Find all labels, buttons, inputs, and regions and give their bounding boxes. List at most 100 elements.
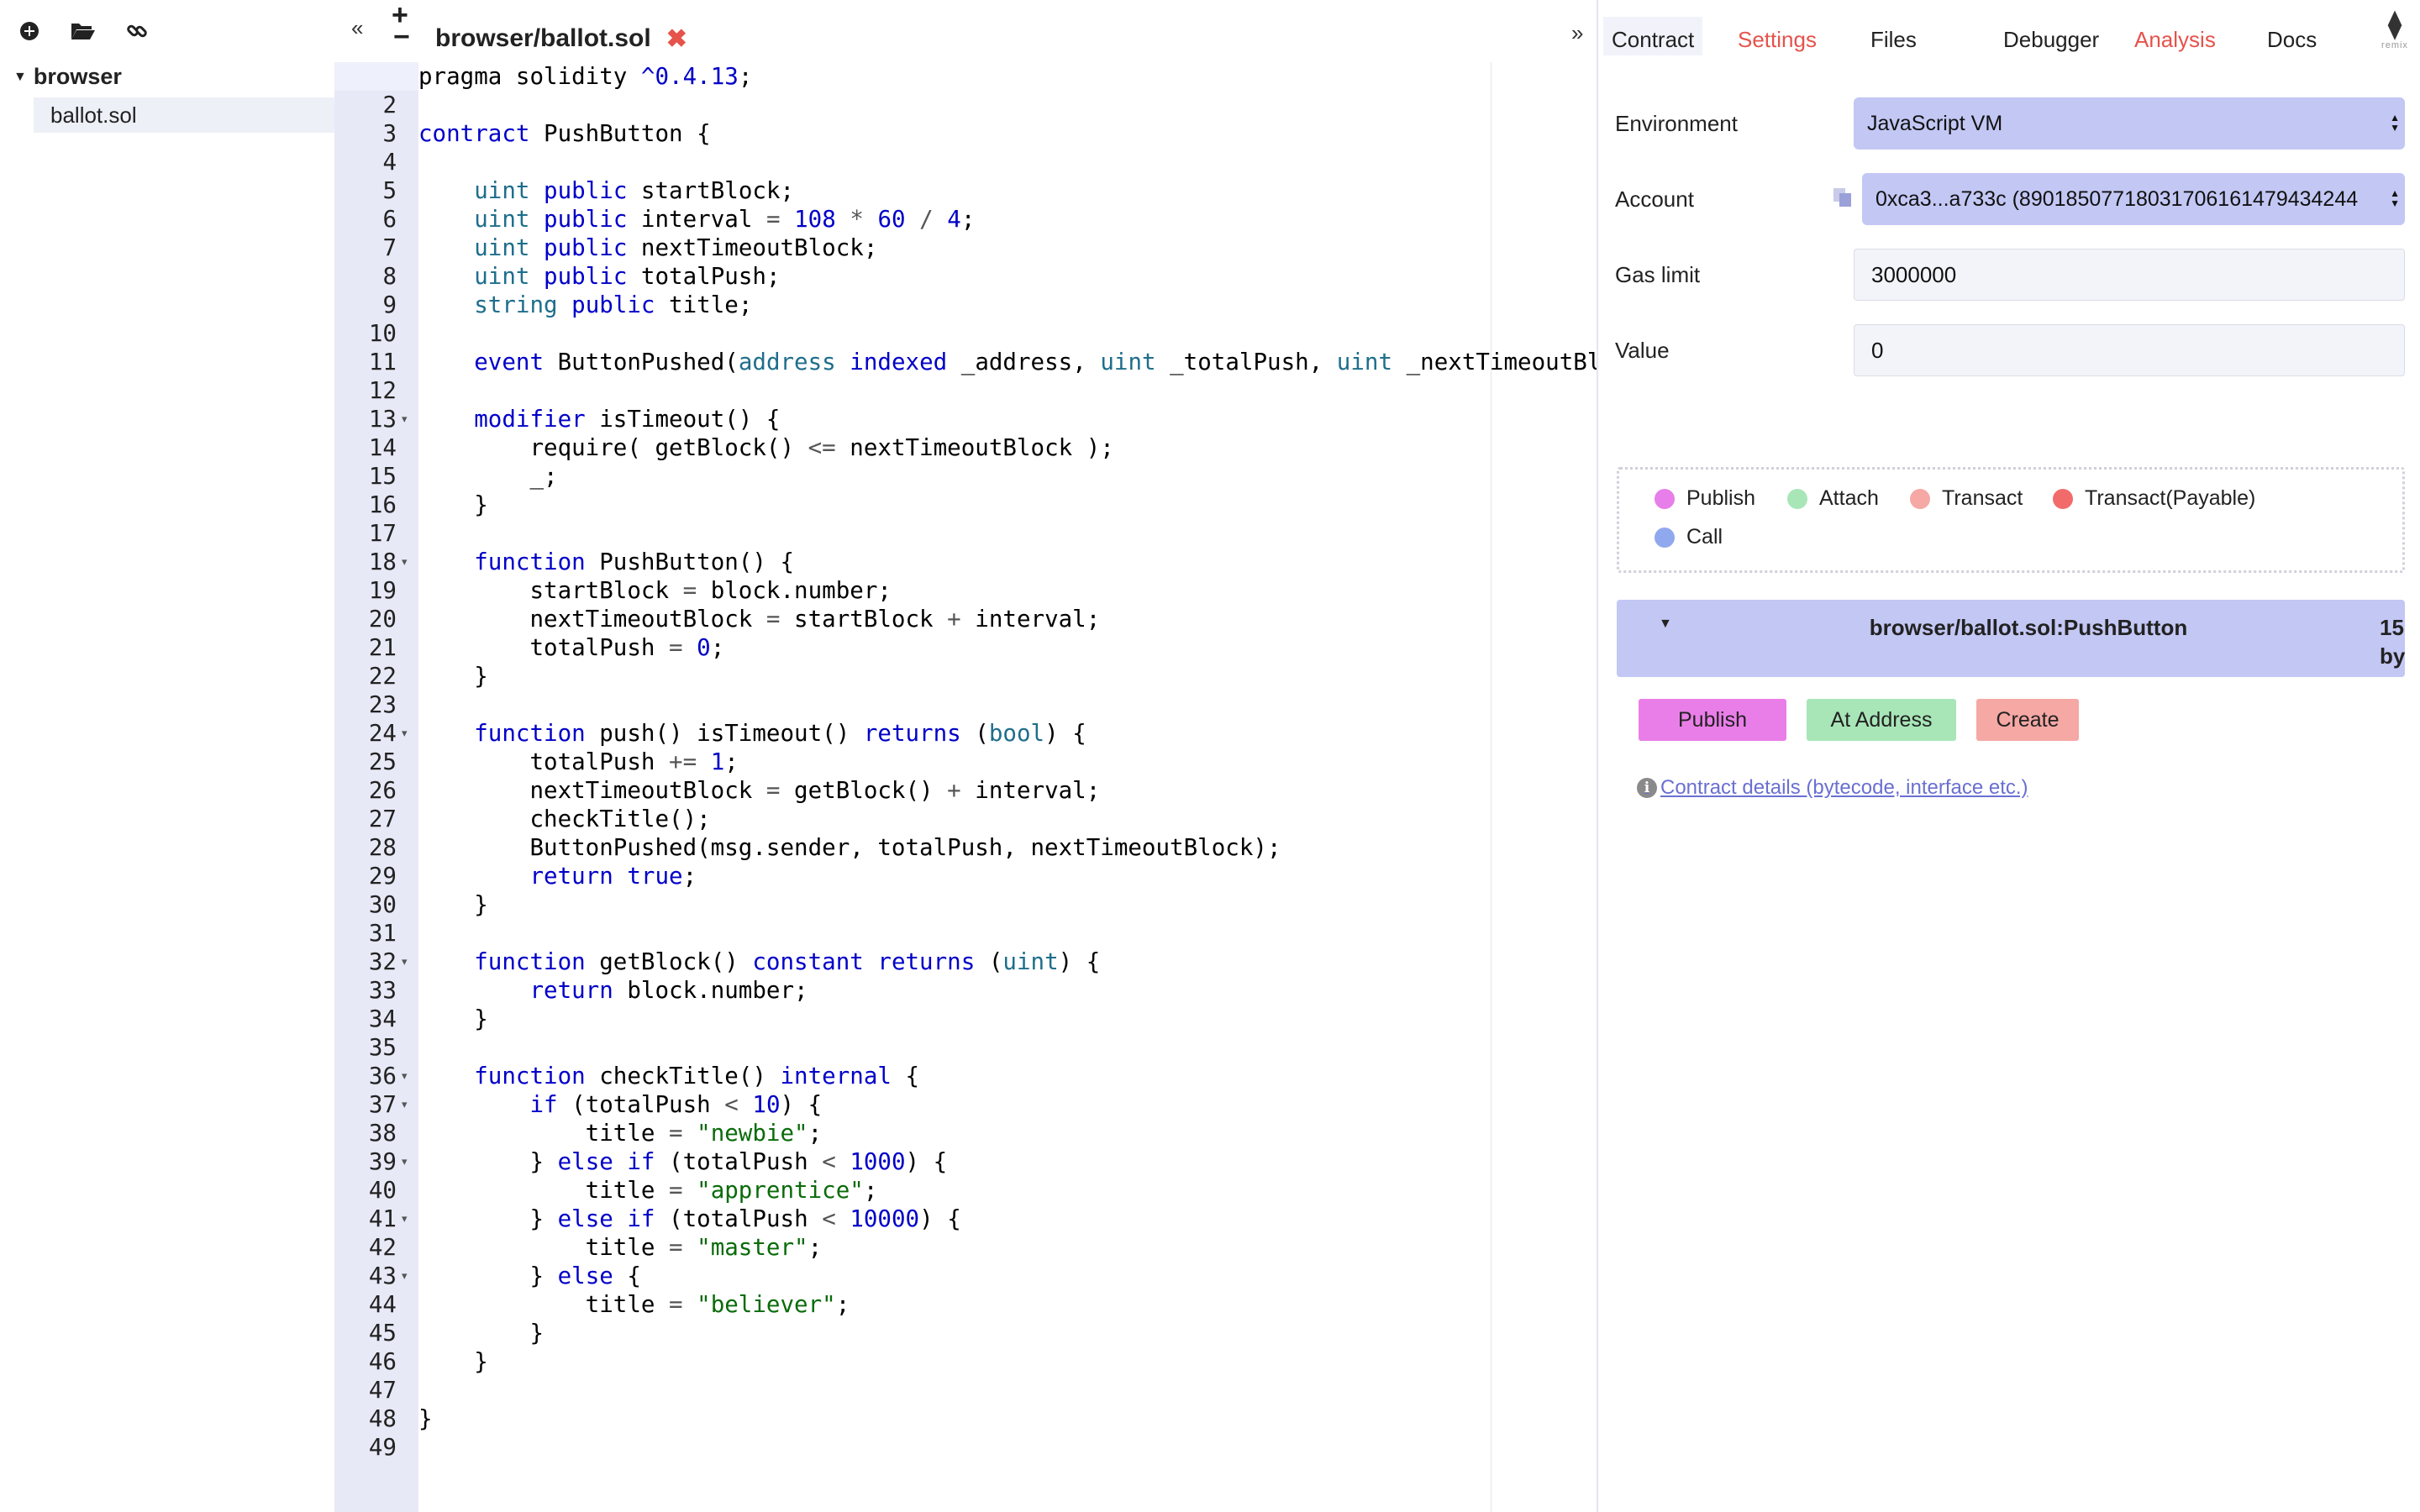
value-input[interactable]: 0 (1854, 324, 2405, 376)
code-line: uint public startBlock; (474, 177, 795, 204)
line-number: 47 (368, 1377, 397, 1404)
link-icon[interactable] (123, 17, 151, 45)
line-number: 43 (368, 1263, 397, 1289)
code-line: function push() isTimeout() returns (boo… (474, 720, 1086, 747)
contract-details-label: Contract details (bytecode, interface et… (1660, 776, 2028, 799)
environment-select[interactable]: JavaScript VM ▲ ▼ (1854, 97, 2405, 150)
line-number: 17 (368, 520, 397, 547)
code-editor[interactable]: pragma solidity ^0.4.13; contract PushBut… (418, 62, 1597, 1512)
code-line: contract PushButton { (418, 120, 711, 147)
line-number: 26 (368, 777, 397, 804)
ethereum-icon: ⧫ (2387, 8, 2402, 40)
fold-arrow-icon[interactable]: ▾ (402, 405, 413, 433)
decrease-font-button[interactable]: − (393, 23, 410, 51)
fold-arrow-icon[interactable]: ▾ (402, 1090, 413, 1119)
legend-call: Call (1655, 525, 1723, 549)
collapse-right-panel-icon[interactable]: » (1571, 20, 1583, 46)
code-line: } (418, 663, 488, 690)
line-number: 27 (368, 806, 397, 832)
remix-logo[interactable]: ⧫ remix (2376, 8, 2413, 50)
at-address-button[interactable]: At Address (1807, 699, 1956, 741)
code-line: title = "believer"; (418, 1291, 850, 1318)
create-button[interactable]: Create (1976, 699, 2079, 741)
contract-selector[interactable]: ▼ browser/ballot.sol:PushButton 15 by (1617, 600, 2405, 677)
publish-button[interactable]: Publish (1639, 699, 1786, 741)
line-number: 8 (382, 263, 397, 290)
add-file-icon[interactable] (15, 17, 44, 45)
tab-files[interactable]: Files (1870, 27, 1917, 53)
line-number: 45 (368, 1320, 397, 1347)
line-number: 32 (368, 948, 397, 975)
tree-file-ballot[interactable]: ballot.sol (34, 97, 334, 133)
account-value: 0xca3...a733c (8901850771803170616147943… (1876, 187, 2359, 211)
file-explorer-toolbar (15, 17, 176, 45)
fold-arrow-icon[interactable]: ▾ (402, 1147, 413, 1176)
code-line: title = "newbie"; (418, 1120, 823, 1147)
close-icon[interactable]: ✖ (666, 24, 687, 54)
line-number: 30 (368, 891, 397, 918)
run-tab-content: Environment JavaScript VM ▲ ▼ Account 0xc… (1598, 55, 2420, 1512)
line-number: 12 (368, 377, 397, 404)
open-folder-icon[interactable] (69, 17, 97, 45)
line-number: 39 (368, 1148, 397, 1175)
editor-tab-label: browser/ballot.sol (435, 24, 651, 52)
gas-limit-input[interactable]: 3000000 (1854, 249, 2405, 301)
code-line: event ButtonPushed(address indexed _addr… (474, 349, 1597, 375)
line-number: 29 (368, 863, 397, 890)
tree-folder-browser[interactable]: ▼ browser (13, 64, 122, 90)
select-arrows-icon: ▲ ▼ (2390, 112, 2400, 134)
fold-arrow-icon[interactable]: ▾ (402, 1262, 413, 1290)
line-number: 15 (368, 463, 397, 490)
line-number: 37 (368, 1091, 397, 1118)
line-number: 3 (382, 120, 397, 147)
fold-arrow-icon[interactable]: ▾ (402, 548, 413, 576)
remix-logo-text: remix (2381, 40, 2408, 50)
contract-name: browser/ballot.sol:PushButton (1869, 615, 2188, 640)
contract-details-link[interactable]: i Contract details (bytecode, interface … (1637, 776, 2028, 800)
contract-gas-unit: by (2380, 643, 2406, 669)
caret-down-icon[interactable]: ▼ (1659, 617, 1672, 632)
legend-transact-payable: Transact(Payable) (2053, 486, 2255, 511)
caret-down-icon: ▼ (13, 69, 27, 84)
line-number: 28 (368, 834, 397, 861)
line-number: 48 (368, 1405, 397, 1432)
code-line: totalPush = 0; (418, 634, 725, 661)
code-line: } else if (totalPush < 10000) { (418, 1205, 961, 1232)
code-line: ButtonPushed(msg.sender, totalPush, next… (418, 834, 1281, 861)
account-select[interactable]: 0xca3...a733c (8901850771803170616147943… (1862, 173, 2405, 225)
editor-tab-ballot[interactable]: browser/ballot.sol ✖ (435, 18, 687, 59)
file-explorer-panel: ▼ browser ballot.sol (0, 0, 334, 1512)
line-number: 49 (368, 1434, 397, 1461)
legend-box: Publish Attach Transact Transact(Payable… (1617, 467, 2405, 573)
line-number: 19 (368, 577, 397, 604)
legend-label: Transact(Payable) (2085, 486, 2256, 510)
tab-debugger[interactable]: Debugger (2003, 27, 2099, 53)
line-number: 13 (368, 406, 397, 433)
line-number: 21 (368, 634, 397, 661)
tab-settings[interactable]: Settings (1738, 27, 1817, 53)
code-line: } (418, 1348, 488, 1375)
legend-label: Transact (1942, 486, 2023, 510)
fold-arrow-icon[interactable]: ▾ (402, 948, 413, 976)
code-line: function PushButton() { (474, 549, 795, 575)
environment-value: JavaScript VM (1867, 112, 2003, 135)
fold-arrow-icon[interactable]: ▾ (402, 1205, 413, 1233)
tab-contract[interactable]: Contract (1603, 17, 1703, 55)
legend-label: Call (1686, 525, 1723, 549)
code-line: } (418, 1005, 488, 1032)
fold-arrow-icon[interactable]: ▾ (402, 1062, 413, 1090)
line-number: 4 (382, 149, 397, 176)
legend-attach: Attach (1787, 486, 1879, 511)
collapse-left-panel-icon[interactable]: « (351, 15, 363, 41)
legend-dot (1910, 488, 1930, 509)
line-number: 38 (368, 1120, 397, 1147)
tab-docs[interactable]: Docs (2267, 27, 2317, 53)
code-line: require( getBlock() <= nextTimeoutBlock … (418, 434, 1114, 461)
code-line: _; (418, 463, 558, 490)
line-number: 36 (368, 1063, 397, 1089)
right-panel: Contract Settings Files Debugger Analysis Doc… (1597, 0, 2420, 1512)
copy-icon[interactable] (1832, 186, 1857, 212)
tab-analysis[interactable]: Analysis (2134, 27, 2216, 53)
line-number: 34 (368, 1005, 397, 1032)
fold-arrow-icon[interactable]: ▾ (402, 719, 413, 748)
